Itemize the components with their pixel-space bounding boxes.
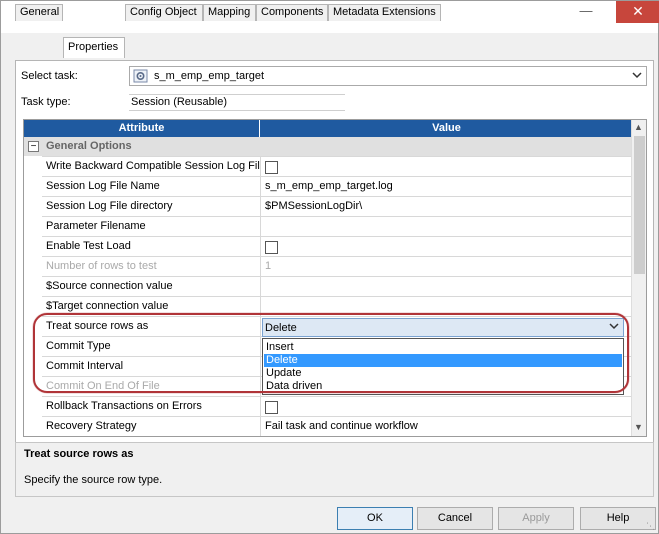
treat-source-rows-dropdown: Insert Delete Update Data driven — [262, 338, 624, 395]
session-gear-icon — [133, 69, 149, 86]
grid-scrollbar[interactable]: ▲ ▼ — [631, 120, 646, 436]
task-type-value: Session (Reusable) — [129, 94, 345, 111]
column-header-value[interactable]: Value — [261, 120, 632, 137]
attr-cell: Recovery Strategy — [42, 417, 261, 436]
cancel-button[interactable]: Cancel — [417, 507, 493, 530]
description-text: Specify the source row type. — [24, 474, 163, 486]
chevron-down-icon[interactable] — [609, 321, 619, 334]
properties-grid: Attribute Value − General Options Write … — [23, 119, 647, 437]
dropdown-option-insert[interactable]: Insert — [264, 341, 622, 354]
attr-cell: Rollback Transactions on Errors — [42, 397, 261, 416]
table-row[interactable]: Parameter Filename — [42, 216, 632, 236]
value-cell[interactable]: s_m_emp_emp_target.log — [262, 177, 632, 196]
scroll-up-icon[interactable]: ▲ — [634, 122, 643, 132]
attr-cell: Parameter Filename — [42, 217, 261, 236]
value-cell[interactable] — [262, 217, 632, 236]
grid-header: Attribute Value — [24, 120, 632, 137]
checkbox[interactable] — [265, 241, 278, 254]
dropdown-option-delete[interactable]: Delete — [264, 354, 622, 367]
table-row[interactable]: $Target connection value — [42, 296, 632, 316]
collapse-icon[interactable]: − — [28, 141, 39, 152]
minimize-icon[interactable]: — — [572, 1, 600, 23]
attr-cell: Commit Interval — [42, 357, 261, 376]
edit-tasks-dialog: Edit Tasks — ✕ General Properties Config… — [0, 0, 659, 534]
tab-components[interactable]: Components — [256, 4, 328, 21]
select-task-value: s_m_emp_emp_target — [154, 70, 265, 82]
attr-cell: $Target connection value — [42, 297, 261, 316]
table-row[interactable]: Enable Test Load — [42, 236, 632, 256]
select-task-dropdown[interactable]: s_m_emp_emp_target — [129, 66, 647, 86]
table-row[interactable]: Rollback Transactions on Errors — [42, 396, 632, 416]
resize-grip-icon[interactable]: ⋱ — [646, 521, 655, 532]
attr-cell: Write Backward Compatible Session Log Fi… — [42, 157, 261, 176]
table-row: Number of rows to test 1 — [42, 256, 632, 276]
tab-mapping[interactable]: Mapping — [203, 4, 256, 21]
column-header-attribute[interactable]: Attribute — [24, 120, 260, 137]
description-panel: Treat source rows as Specify the source … — [15, 442, 654, 497]
value-cell[interactable] — [262, 297, 632, 316]
group-general-options[interactable]: − General Options — [24, 137, 632, 156]
description-title: Treat source rows as — [24, 448, 134, 460]
value-cell[interactable]: $PMSessionLogDir\ — [262, 197, 632, 216]
apply-button[interactable]: Apply — [498, 507, 574, 530]
checkbox[interactable] — [265, 401, 278, 414]
task-type-label: Task type: — [21, 96, 71, 108]
scroll-thumb[interactable] — [634, 136, 645, 274]
attr-cell: Session Log File directory — [42, 197, 261, 216]
dropdown-option-data-driven[interactable]: Data driven — [264, 380, 622, 393]
tab-config-object[interactable]: Config Object — [125, 4, 203, 21]
tab-general[interactable]: General — [15, 4, 63, 21]
scroll-down-icon[interactable]: ▼ — [634, 422, 643, 432]
attr-cell: Commit Type — [42, 337, 261, 356]
tab-properties[interactable]: Properties — [63, 37, 125, 58]
select-task-label: Select task: — [21, 70, 78, 82]
table-row[interactable]: Session Log File Name s_m_emp_emp_target… — [42, 176, 632, 196]
checkbox[interactable] — [265, 161, 278, 174]
treat-source-rows-value: Delete — [265, 322, 297, 334]
dropdown-option-update[interactable]: Update — [264, 367, 622, 380]
table-row[interactable]: Write Backward Compatible Session Log Fi… — [42, 156, 632, 176]
value-cell[interactable] — [262, 277, 632, 296]
help-button[interactable]: Help — [580, 507, 656, 530]
attr-cell: $Source connection value — [42, 277, 261, 296]
attr-cell: Number of rows to test — [42, 257, 261, 276]
attr-cell: Commit On End Of File — [42, 377, 261, 396]
value-cell[interactable]: Fail task and continue workflow — [262, 417, 632, 436]
value-cell — [262, 397, 632, 416]
table-row[interactable]: Session Log File directory $PMSessionLog… — [42, 196, 632, 216]
chevron-down-icon[interactable] — [632, 70, 642, 83]
attr-cell: Session Log File Name — [42, 177, 261, 196]
table-row[interactable]: $Source connection value — [42, 276, 632, 296]
ok-button[interactable]: OK — [337, 507, 413, 530]
value-cell: 1 — [265, 260, 272, 272]
value-cell — [262, 237, 632, 256]
value-cell — [262, 157, 632, 176]
attr-cell: Treat source rows as — [42, 317, 261, 336]
table-row[interactable]: Recovery Strategy Fail task and continue… — [42, 416, 632, 436]
tab-metadata-extensions[interactable]: Metadata Extensions — [328, 4, 441, 21]
attr-cell: Enable Test Load — [42, 237, 261, 256]
treat-source-rows-select[interactable]: Delete — [262, 318, 624, 337]
close-icon[interactable]: ✕ — [616, 1, 659, 23]
